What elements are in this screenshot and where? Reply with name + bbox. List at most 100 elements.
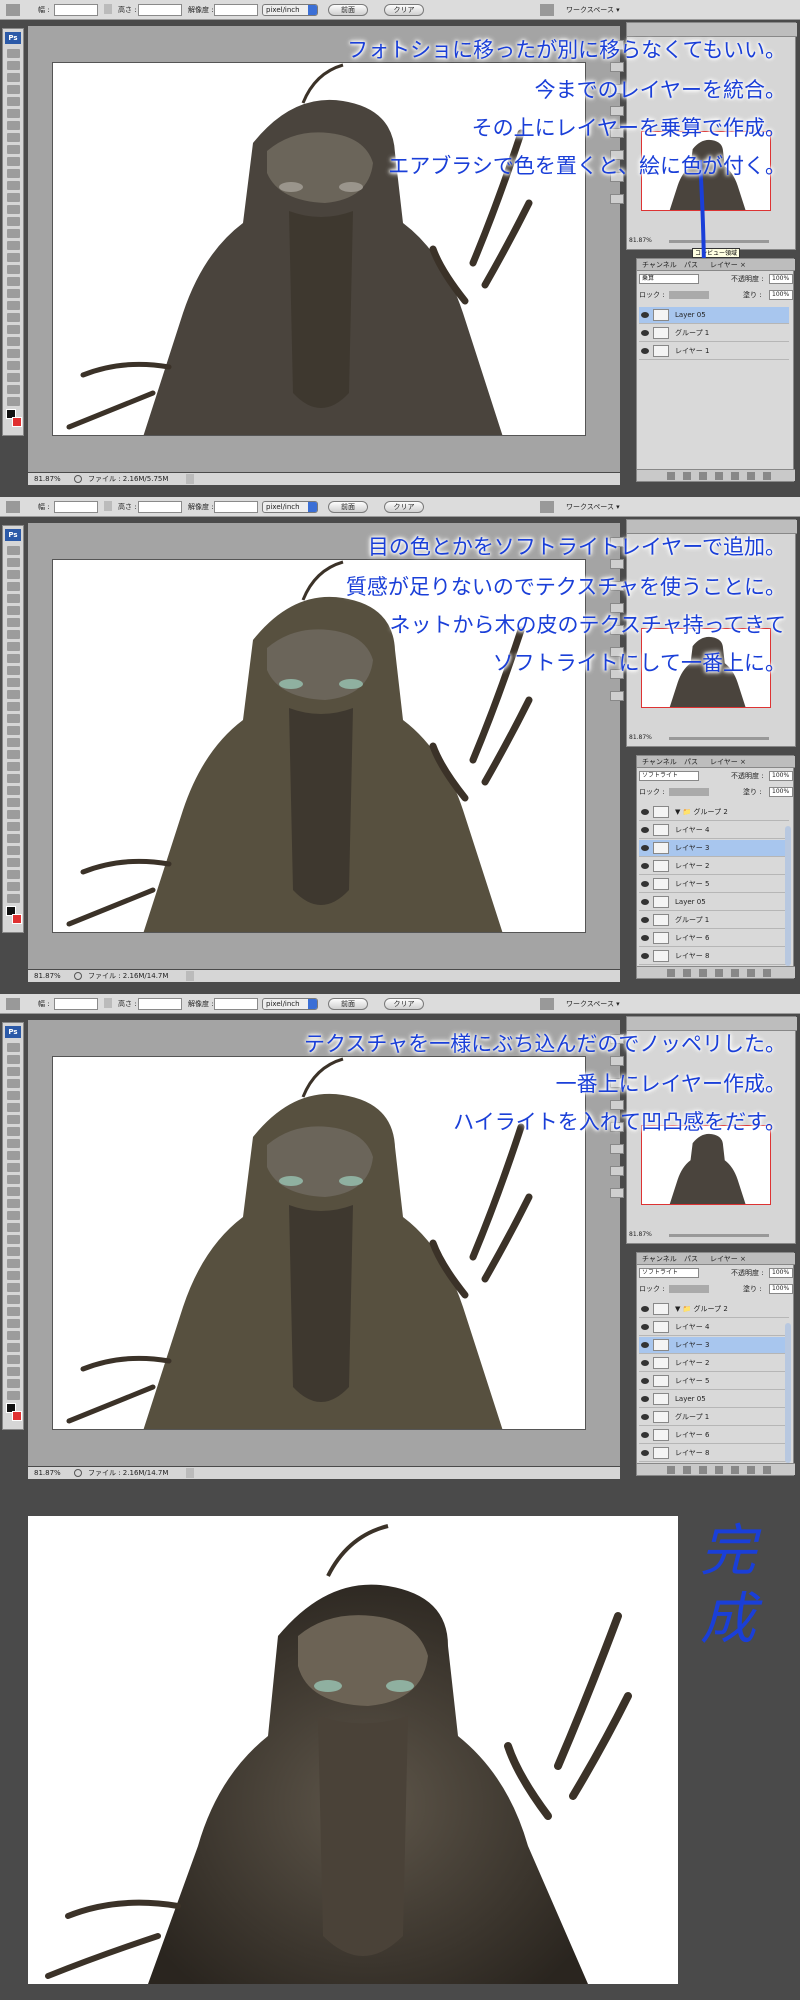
tool-icon[interactable] — [7, 217, 20, 226]
status-icon[interactable] — [74, 475, 82, 483]
tool-icon[interactable] — [7, 786, 20, 795]
lock-icons[interactable] — [669, 788, 709, 796]
resolution-input[interactable] — [214, 998, 258, 1010]
clear-button[interactable]: クリア — [384, 4, 424, 16]
mask-icon[interactable] — [699, 969, 707, 977]
link-icon[interactable] — [667, 1466, 675, 1474]
tool-icon[interactable] — [7, 1223, 20, 1232]
visibility-eye-icon[interactable] — [641, 1378, 649, 1384]
tool-icon[interactable] — [7, 546, 20, 555]
tool-icon[interactable] — [7, 1163, 20, 1172]
tool-icon[interactable] — [7, 253, 20, 262]
tool-icon[interactable] — [7, 1091, 20, 1100]
zoom-level[interactable]: 81.87% — [34, 473, 61, 485]
tool-icon[interactable] — [7, 1259, 20, 1268]
layer-row[interactable]: Layer 05 — [639, 1391, 789, 1408]
panel-tab[interactable]: チャンネル — [639, 757, 680, 767]
front-button[interactable]: 前面 — [328, 998, 368, 1010]
visibility-eye-icon[interactable] — [641, 1342, 649, 1348]
navigator-zoom[interactable]: 81.87% — [629, 1231, 652, 1238]
blend-mode-select[interactable]: ソフトライト — [639, 771, 699, 781]
link-icon[interactable] — [667, 472, 675, 480]
fill-input[interactable]: 100% — [769, 787, 793, 797]
layer-row[interactable]: レイヤー 3 — [639, 1337, 789, 1354]
layer-row[interactable]: Layer 05 — [639, 307, 789, 324]
blend-mode-select[interactable]: ソフトライト — [639, 1268, 699, 1278]
palette-icon[interactable] — [540, 4, 554, 16]
palette-icon[interactable] — [540, 501, 554, 513]
tool-icon[interactable] — [7, 133, 20, 142]
tool-icon[interactable] — [7, 1199, 20, 1208]
new-layer-icon[interactable] — [747, 1466, 755, 1474]
layer-row[interactable]: ▼ 📁 グループ 2 — [639, 804, 789, 821]
tool-icon[interactable] — [7, 834, 20, 843]
tool-icon[interactable] — [7, 1103, 20, 1112]
zoom-level[interactable]: 81.87% — [34, 970, 61, 982]
visibility-eye-icon[interactable] — [641, 1432, 649, 1438]
workspace-menu[interactable]: ワークスペース ▾ — [566, 4, 620, 16]
visibility-eye-icon[interactable] — [641, 1324, 649, 1330]
tool-icon[interactable] — [7, 654, 20, 663]
panel-tab[interactable]: パス — [681, 757, 701, 767]
tool-icon[interactable] — [7, 1247, 20, 1256]
fx-icon[interactable] — [683, 969, 691, 977]
tool-icon[interactable] — [7, 714, 20, 723]
tool-icon[interactable] — [7, 1151, 20, 1160]
group-icon[interactable] — [731, 472, 739, 480]
tool-icon[interactable] — [7, 265, 20, 274]
panel-dock-icon[interactable] — [610, 194, 624, 204]
adjustment-icon[interactable] — [715, 969, 723, 977]
tool-icon[interactable] — [7, 846, 20, 855]
tool-icon[interactable] — [7, 325, 20, 334]
tool-icon[interactable] — [7, 61, 20, 70]
visibility-eye-icon[interactable] — [641, 953, 649, 959]
tool-icon[interactable] — [7, 1367, 20, 1376]
tool-icon[interactable] — [7, 361, 20, 370]
navigator-zoom[interactable]: 81.87% — [629, 237, 652, 244]
front-button[interactable]: 前面 — [328, 4, 368, 16]
visibility-eye-icon[interactable] — [641, 1414, 649, 1420]
tool-icon[interactable] — [7, 313, 20, 322]
tool-icon[interactable] — [7, 241, 20, 250]
fill-input[interactable]: 100% — [769, 1284, 793, 1294]
tool-icon[interactable] — [7, 205, 20, 214]
status-icon[interactable] — [74, 1469, 82, 1477]
fx-icon[interactable] — [683, 472, 691, 480]
tool-icon[interactable] — [7, 1079, 20, 1088]
tool-icon[interactable] — [7, 289, 20, 298]
tool-icon[interactable] — [7, 157, 20, 166]
layer-row[interactable]: ▼ 📁 グループ 2 — [639, 1301, 789, 1318]
mask-icon[interactable] — [699, 472, 707, 480]
tool-icon[interactable] — [7, 73, 20, 82]
front-button[interactable]: 前面 — [328, 501, 368, 513]
tool-icon[interactable] — [7, 582, 20, 591]
new-layer-icon[interactable] — [747, 969, 755, 977]
tool-icon[interactable] — [7, 145, 20, 154]
tool-icon[interactable] — [7, 738, 20, 747]
tool-icon[interactable] — [7, 558, 20, 567]
tool-icon[interactable] — [7, 1055, 20, 1064]
layer-row[interactable]: レイヤー 8 — [639, 1445, 789, 1462]
tool-icon[interactable] — [7, 774, 20, 783]
status-arrow-icon[interactable] — [186, 1468, 194, 1478]
tool-icon[interactable] — [7, 690, 20, 699]
tool-icon[interactable] — [7, 870, 20, 879]
tool-icon[interactable] — [7, 181, 20, 190]
tool-icon[interactable] — [7, 169, 20, 178]
tool-icon[interactable] — [7, 618, 20, 627]
tool-icon[interactable] — [7, 1391, 20, 1400]
panel-tab[interactable]: レイヤー × — [707, 1254, 749, 1264]
palette-icon[interactable] — [540, 998, 554, 1010]
fill-input[interactable]: 100% — [769, 290, 793, 300]
layer-row[interactable]: グループ 1 — [639, 912, 789, 929]
status-icon[interactable] — [74, 972, 82, 980]
layer-row[interactable]: レイヤー 6 — [639, 1427, 789, 1444]
visibility-eye-icon[interactable] — [641, 863, 649, 869]
layer-row[interactable]: グループ 1 — [639, 1409, 789, 1426]
tool-icon[interactable] — [7, 858, 20, 867]
status-arrow-icon[interactable] — [186, 474, 194, 484]
tool-icon[interactable] — [7, 810, 20, 819]
unit-select[interactable]: pixel/inch — [262, 998, 318, 1010]
tool-icon[interactable] — [7, 1343, 20, 1352]
tool-icon[interactable] — [7, 570, 20, 579]
